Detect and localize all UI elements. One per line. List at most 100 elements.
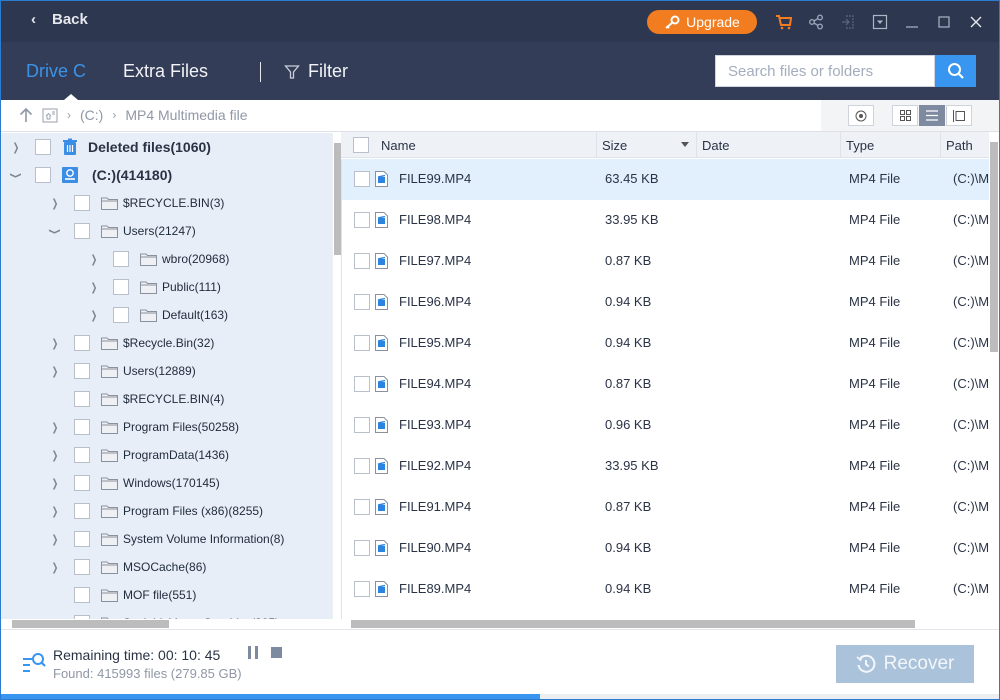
list-view-button[interactable] (919, 105, 945, 126)
file-row[interactable]: FILE95.MP4 0.94 KB MP4 File (C:)\M (342, 323, 989, 364)
scrollbar-thumb[interactable] (990, 142, 998, 352)
tree-item[interactable]: MOF file(551) (48, 581, 196, 609)
select-all-checkbox[interactable] (353, 137, 369, 153)
dropdown-menu-icon[interactable] (870, 12, 890, 32)
chevron-right-icon[interactable]: ❯ (50, 421, 60, 434)
tree-item[interactable]: ❯ Users(21247) (48, 217, 196, 245)
tree-item[interactable]: ❯ System Volume Information(8) (48, 525, 284, 553)
tree-item-checkbox[interactable] (74, 587, 90, 603)
chevron-right-icon[interactable]: ❯ (89, 281, 99, 294)
tree-item-checkbox[interactable] (74, 195, 90, 211)
tree-item-checkbox[interactable] (74, 447, 90, 463)
tree-horizontal-scrollbar[interactable] (1, 619, 341, 629)
file-row-checkbox[interactable] (354, 171, 370, 187)
tree-item[interactable]: ❯ $Recycle.Bin(32) (48, 329, 214, 357)
column-path[interactable]: Path (941, 132, 989, 158)
file-row[interactable]: FILE93.MP4 0.96 KB MP4 File (C:)\M (342, 405, 989, 446)
tree-item-checkbox[interactable] (74, 475, 90, 491)
tree-item-checkbox[interactable] (74, 559, 90, 575)
column-date[interactable]: Date (697, 132, 841, 158)
tab-extra-files[interactable]: Extra Files (123, 61, 208, 82)
up-arrow-icon[interactable] (19, 107, 33, 123)
tree-item-checkbox[interactable] (74, 419, 90, 435)
close-icon[interactable] (966, 12, 986, 32)
cart-icon[interactable] (774, 12, 794, 32)
file-row-checkbox[interactable] (354, 540, 370, 556)
tree-item-checkbox[interactable] (35, 139, 51, 155)
tree-item[interactable]: ❯ MSOCache(86) (48, 553, 206, 581)
tree-item[interactable]: $RECYCLE.BIN(4) (48, 385, 224, 413)
file-row[interactable]: FILE91.MP4 0.87 KB MP4 File (C:)\M (342, 487, 989, 528)
chevron-right-icon[interactable]: ❯ (50, 197, 60, 210)
login-icon[interactable] (838, 12, 858, 32)
file-row-checkbox[interactable] (354, 212, 370, 228)
preview-button[interactable] (848, 105, 874, 126)
column-type[interactable]: Type (841, 132, 941, 158)
tree-item-checkbox[interactable] (113, 251, 129, 267)
tree-vertical-scrollbar[interactable] (332, 133, 341, 619)
column-name[interactable]: Name (341, 132, 597, 158)
scrollbar-thumb[interactable] (351, 620, 915, 628)
chevron-right-icon[interactable]: ❯ (50, 477, 60, 490)
list-horizontal-scrollbar[interactable] (341, 619, 999, 629)
chevron-right-icon[interactable]: ❯ (89, 253, 99, 266)
file-row[interactable]: FILE90.MP4 0.94 KB MP4 File (C:)\M (342, 528, 989, 569)
chevron-right-icon[interactable]: ❯ (89, 309, 99, 322)
tree-item[interactable]: ❯ (C:)(414180) (9, 161, 172, 189)
tree-item-checkbox[interactable] (113, 279, 129, 295)
maximize-icon[interactable] (934, 12, 954, 32)
detail-pane-button[interactable] (946, 105, 972, 126)
tree-item[interactable]: ❯ Default(163) (87, 301, 228, 329)
chevron-right-icon[interactable]: ❯ (50, 505, 60, 518)
chevron-right-icon[interactable]: ❯ (50, 561, 60, 574)
file-row[interactable]: FILE98.MP4 33.95 KB MP4 File (C:)\M (342, 200, 989, 241)
chevron-right-icon[interactable]: ❯ (11, 141, 21, 154)
tree-item[interactable]: ❯ ProgramData(1436) (48, 441, 229, 469)
tree-item[interactable]: ❯ Deleted files(1060) (9, 133, 211, 161)
tree-item[interactable]: ❯ $RECYCLE.BIN(3) (48, 189, 224, 217)
home-icon[interactable] (42, 108, 58, 123)
tree-item-checkbox[interactable] (113, 307, 129, 323)
tree-item-checkbox[interactable] (74, 531, 90, 547)
file-row[interactable]: FILE99.MP4 63.45 KB MP4 File (C:)\M (342, 159, 989, 200)
pause-button[interactable] (247, 646, 259, 660)
tree-item[interactable]: ScalableVectorGraphics(305) (48, 609, 279, 619)
tree-item[interactable]: ❯ Windows(170145) (48, 469, 220, 497)
scrollbar-thumb[interactable] (12, 620, 169, 628)
file-row[interactable]: FILE96.MP4 0.94 KB MP4 File (C:)\M (342, 282, 989, 323)
share-icon[interactable] (806, 12, 826, 32)
tree-item[interactable]: ❯ Users(12889) (48, 357, 196, 385)
file-row-checkbox[interactable] (354, 335, 370, 351)
stop-button[interactable] (271, 647, 282, 658)
tab-drive-c[interactable]: Drive C (26, 61, 86, 82)
breadcrumb-item[interactable]: (C:) (80, 107, 103, 123)
tree-item-checkbox[interactable] (74, 335, 90, 351)
tree-item-checkbox[interactable] (74, 391, 90, 407)
tree-item-checkbox[interactable] (74, 223, 90, 239)
file-row[interactable]: FILE97.MP4 0.87 KB MP4 File (C:)\M (342, 241, 989, 282)
file-row[interactable]: FILE94.MP4 0.87 KB MP4 File (C:)\M (342, 364, 989, 405)
tree-item[interactable]: ❯ wbro(20968) (87, 245, 229, 273)
file-row[interactable]: FILE92.MP4 33.95 KB MP4 File (C:)\M (342, 446, 989, 487)
list-vertical-scrollbar[interactable] (989, 132, 999, 619)
tree-item[interactable]: ❯ Program Files (x86)(8255) (48, 497, 263, 525)
file-row[interactable]: FILE89.MP4 0.94 KB MP4 File (C:)\M (342, 569, 989, 610)
file-row-checkbox[interactable] (354, 294, 370, 310)
file-row-checkbox[interactable] (354, 458, 370, 474)
chevron-right-icon[interactable]: ❯ (50, 365, 60, 378)
tree-item-checkbox[interactable] (74, 503, 90, 519)
tree-item-checkbox[interactable] (74, 363, 90, 379)
chevron-right-icon[interactable]: ❯ (50, 533, 60, 546)
column-size[interactable]: Size (597, 132, 697, 158)
grid-view-button[interactable] (892, 105, 918, 126)
file-row-checkbox[interactable] (354, 499, 370, 515)
recover-button[interactable]: Recover (836, 645, 974, 683)
chevron-right-icon[interactable]: ❯ (50, 449, 60, 462)
file-row-checkbox[interactable] (354, 417, 370, 433)
search-button[interactable] (935, 55, 976, 87)
minimize-icon[interactable] (902, 12, 922, 32)
chevron-down-icon[interactable]: ❯ (49, 226, 62, 236)
tree-item[interactable]: ❯ Program Files(50258) (48, 413, 239, 441)
breadcrumb-item[interactable]: MP4 Multimedia file (125, 107, 247, 123)
file-row-checkbox[interactable] (354, 253, 370, 269)
